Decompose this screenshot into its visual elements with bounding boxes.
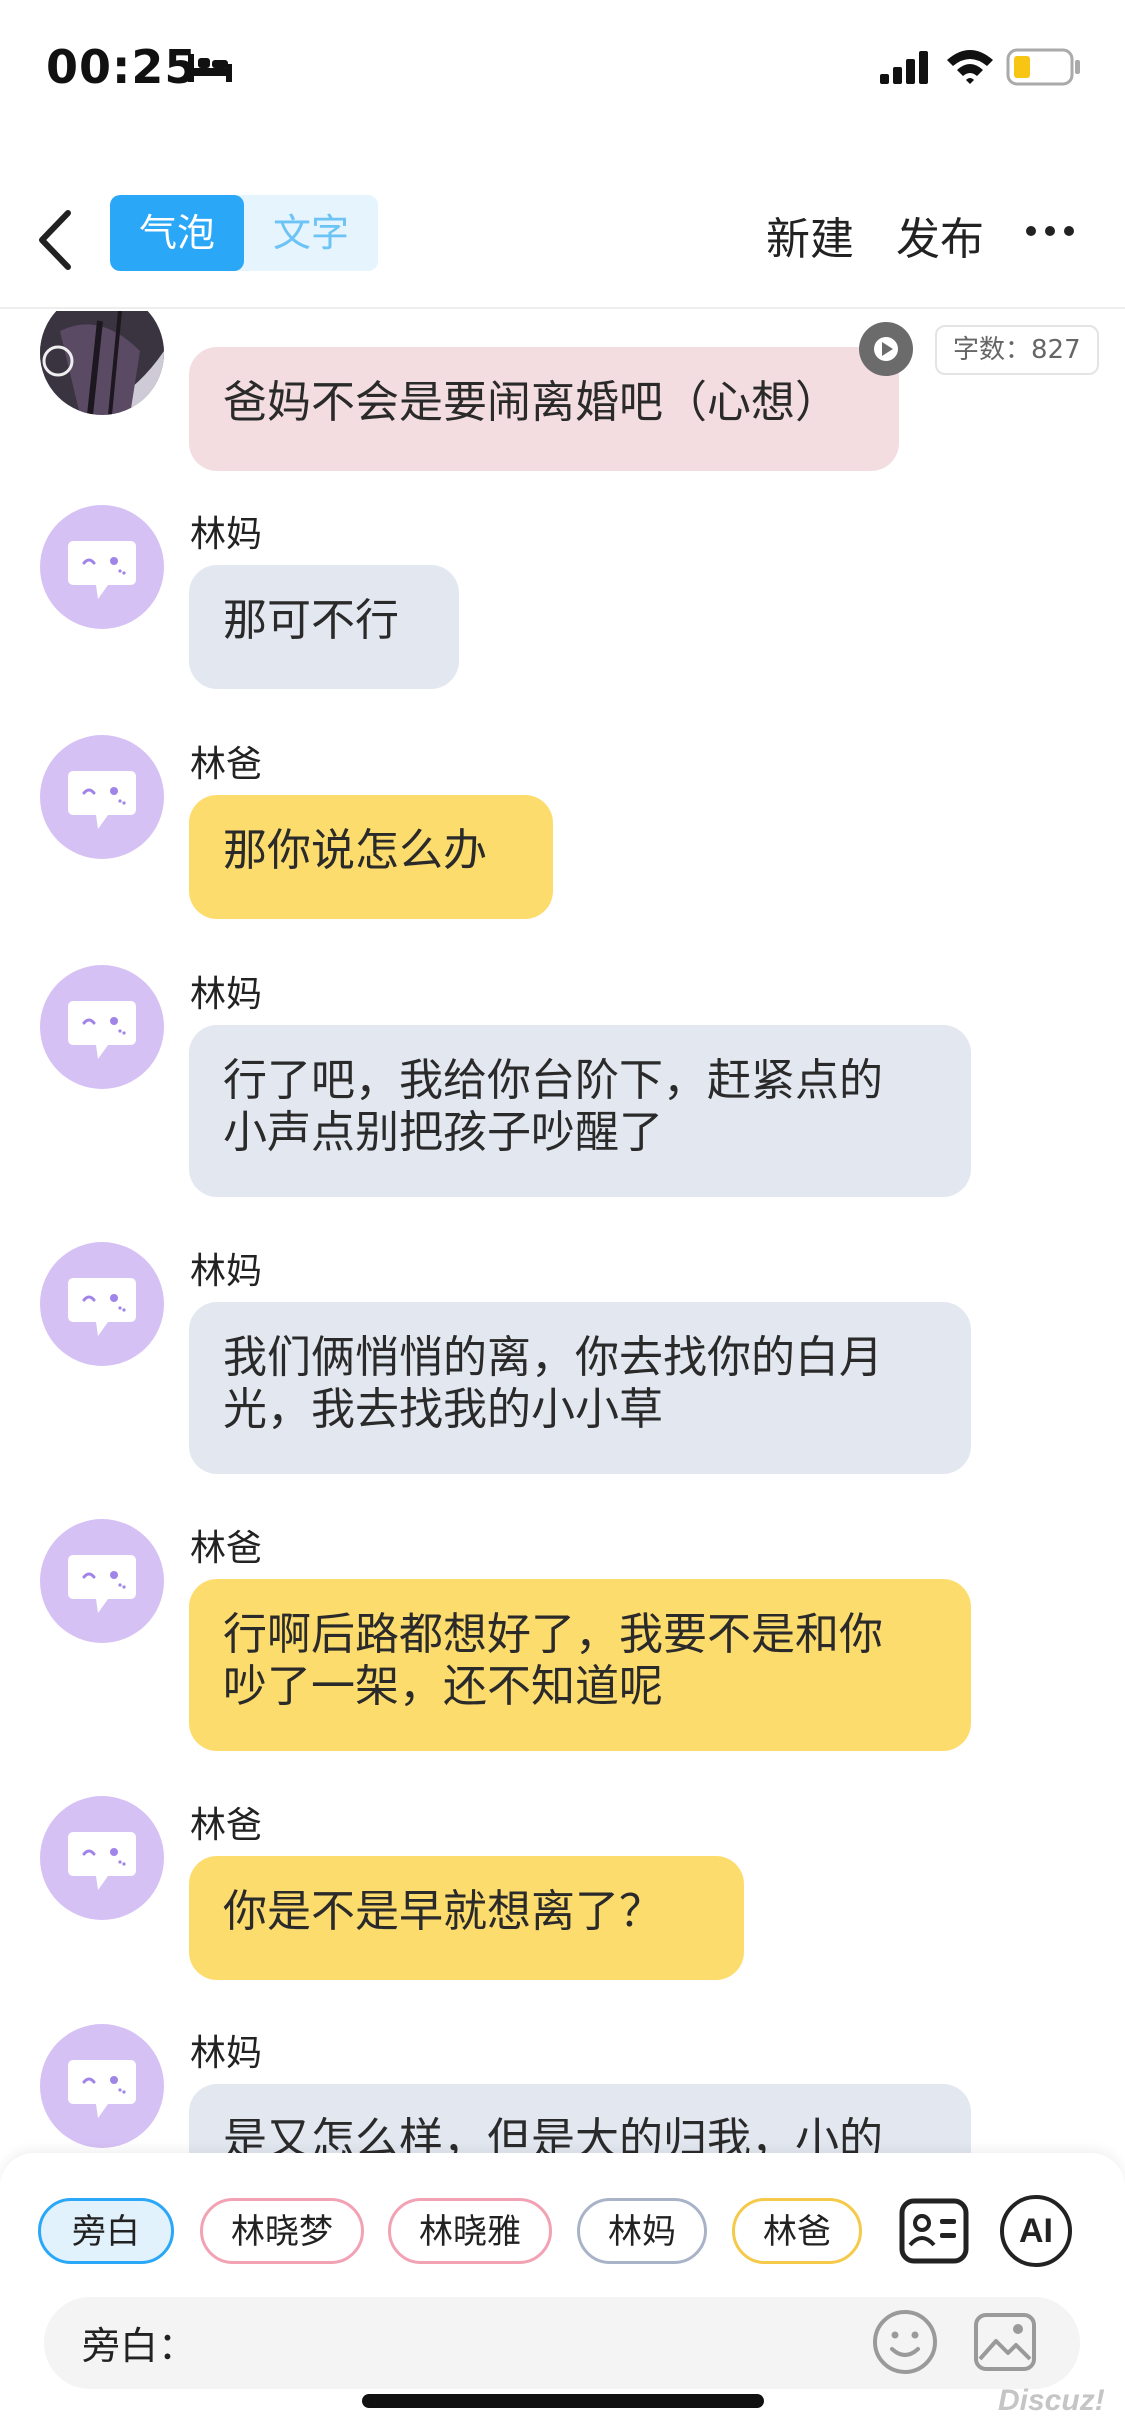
ai-button[interactable]: AI — [1000, 2195, 1072, 2267]
publish-button[interactable]: 发布 — [896, 203, 984, 267]
avatar[interactable] — [40, 735, 164, 859]
play-icon[interactable] — [858, 321, 914, 377]
chat-bubble-face-icon — [68, 1555, 136, 1613]
input-role-label: 旁白： — [82, 2324, 197, 2368]
watermark: Discuz! — [998, 2384, 1105, 2417]
mode-segmented-control: 气泡 文字 — [110, 195, 378, 271]
speaker-name: 林爸 — [190, 1805, 263, 1846]
message-text: 那你说怎么办 — [223, 825, 487, 876]
message-text-line: 吵了一架，还不知道呢 — [223, 1661, 663, 1712]
message-text: 你是不是早就想离了？ — [223, 1886, 663, 1937]
segment-text[interactable]: 文字 — [244, 195, 378, 271]
image-icon[interactable] — [970, 2307, 1040, 2377]
segment-bubble[interactable]: 气泡 — [110, 195, 244, 271]
back-icon[interactable] — [30, 205, 80, 275]
speaker-name: 林爸 — [190, 744, 263, 785]
message-text-line: 小声点别把孩子吵醒了 — [223, 1107, 663, 1158]
word-count-badge: 字数：827 — [935, 325, 1099, 375]
avatar[interactable] — [40, 1242, 164, 1366]
message-bubble[interactable]: 那可不行 — [189, 565, 459, 689]
chat-bubble-face-icon — [68, 1832, 136, 1890]
contact-card-icon[interactable] — [898, 2197, 970, 2265]
speaker-name: 林爸 — [190, 1528, 263, 1569]
home-indicator — [362, 2394, 764, 2408]
message-text: 是又怎么样，但是大的归我，小的 — [223, 2114, 883, 2153]
more-icon[interactable] — [1025, 221, 1075, 241]
chat-message: 林妈 那可不行 — [0, 505, 1125, 705]
message-bubble[interactable]: 行了吧，我给你台阶下，赶紧点的 小声点别把孩子吵醒了 — [189, 1025, 971, 1197]
chat-message: 林妈 是又怎么样，但是大的归我，小的 — [0, 2024, 1125, 2153]
chat-bubble-face-icon — [68, 1278, 136, 1336]
message-input[interactable]: 旁白： — [44, 2297, 1080, 2389]
avatar[interactable] — [40, 505, 164, 629]
chat-message: 林妈 行了吧，我给你台阶下，赶紧点的 小声点别把孩子吵醒了 — [0, 965, 1125, 1215]
role-chip-lin-ba[interactable]: 林爸 — [732, 2198, 862, 2264]
message-text: 那可不行 — [223, 595, 399, 646]
speaker-name: 林妈 — [190, 514, 263, 555]
chat-bubble-face-icon — [68, 771, 136, 829]
role-chip-lin-xiaomeng[interactable]: 林晓梦 — [200, 2198, 364, 2264]
role-chip-narrator[interactable]: 旁白 — [38, 2198, 174, 2264]
chat-message: 林爸 那你说怎么办 — [0, 735, 1125, 935]
anime-portrait-image — [40, 311, 164, 415]
chat-list[interactable]: 爸妈不会是要闹离婚吧（心想） 字数：827 林妈 那可不行 林爸 那你说怎么办 … — [0, 311, 1125, 2153]
chat-message: 林爸 你是不是早就想离了？ — [0, 1796, 1125, 1996]
status-time: 00:25 — [46, 40, 198, 94]
avatar[interactable] — [40, 1796, 164, 1920]
new-button[interactable]: 新建 — [766, 203, 854, 267]
avatar[interactable] — [40, 2024, 164, 2148]
battery-icon — [1006, 48, 1080, 86]
message-text-line: 光，我去找我的小小草 — [223, 1384, 663, 1435]
message-text: 爸妈不会是要闹离婚吧（心想） — [223, 377, 839, 428]
chat-bubble-face-icon — [68, 1001, 136, 1059]
role-chip-lin-ma[interactable]: 林妈 — [577, 2198, 707, 2264]
message-bubble[interactable]: 行啊后路都想好了，我要不是和你 吵了一架，还不知道呢 — [189, 1579, 971, 1751]
nav-bar: 气泡 文字 新建 发布 — [0, 185, 1125, 309]
message-bubble[interactable]: 那你说怎么办 — [189, 795, 553, 919]
chat-message: 林妈 我们俩悄悄的离，你去找你的白月 光，我去找我的小小草 — [0, 1242, 1125, 1492]
role-chip-lin-xiaoya[interactable]: 林晓雅 — [388, 2198, 552, 2264]
message-bubble[interactable]: 我们俩悄悄的离，你去找你的白月 光，我去找我的小小草 — [189, 1302, 971, 1474]
speaker-name: 林妈 — [190, 2033, 263, 2074]
avatar[interactable] — [40, 311, 164, 415]
chat-message: 林爸 行啊后路都想好了，我要不是和你 吵了一架，还不知道呢 — [0, 1519, 1125, 1769]
chat-bubble-face-icon — [68, 2060, 136, 2118]
message-bubble[interactable]: 爸妈不会是要闹离婚吧（心想） — [189, 347, 899, 471]
message-bubble[interactable]: 是又怎么样，但是大的归我，小的 — [189, 2084, 971, 2153]
message-text-line: 行了吧，我给你台阶下，赶紧点的 — [223, 1055, 883, 1106]
message-bubble[interactable]: 你是不是早就想离了？ — [189, 1856, 744, 1980]
emoji-icon[interactable] — [870, 2307, 940, 2377]
speaker-name: 林妈 — [190, 974, 263, 1015]
avatar[interactable] — [40, 965, 164, 1089]
chat-message: 爸妈不会是要闹离婚吧（心想） 字数：827 — [0, 311, 1125, 481]
message-text-line: 我们俩悄悄的离，你去找你的白月 — [223, 1332, 883, 1383]
signal-icon — [880, 51, 928, 84]
status-bar: 00:25 — [0, 0, 1125, 140]
message-text-line: 行啊后路都想好了，我要不是和你 — [223, 1609, 883, 1660]
chat-bubble-face-icon — [68, 541, 136, 599]
wifi-icon — [947, 50, 993, 84]
avatar[interactable] — [40, 1519, 164, 1643]
speaker-name: 林妈 — [190, 1251, 263, 1292]
bed-icon — [188, 54, 232, 82]
